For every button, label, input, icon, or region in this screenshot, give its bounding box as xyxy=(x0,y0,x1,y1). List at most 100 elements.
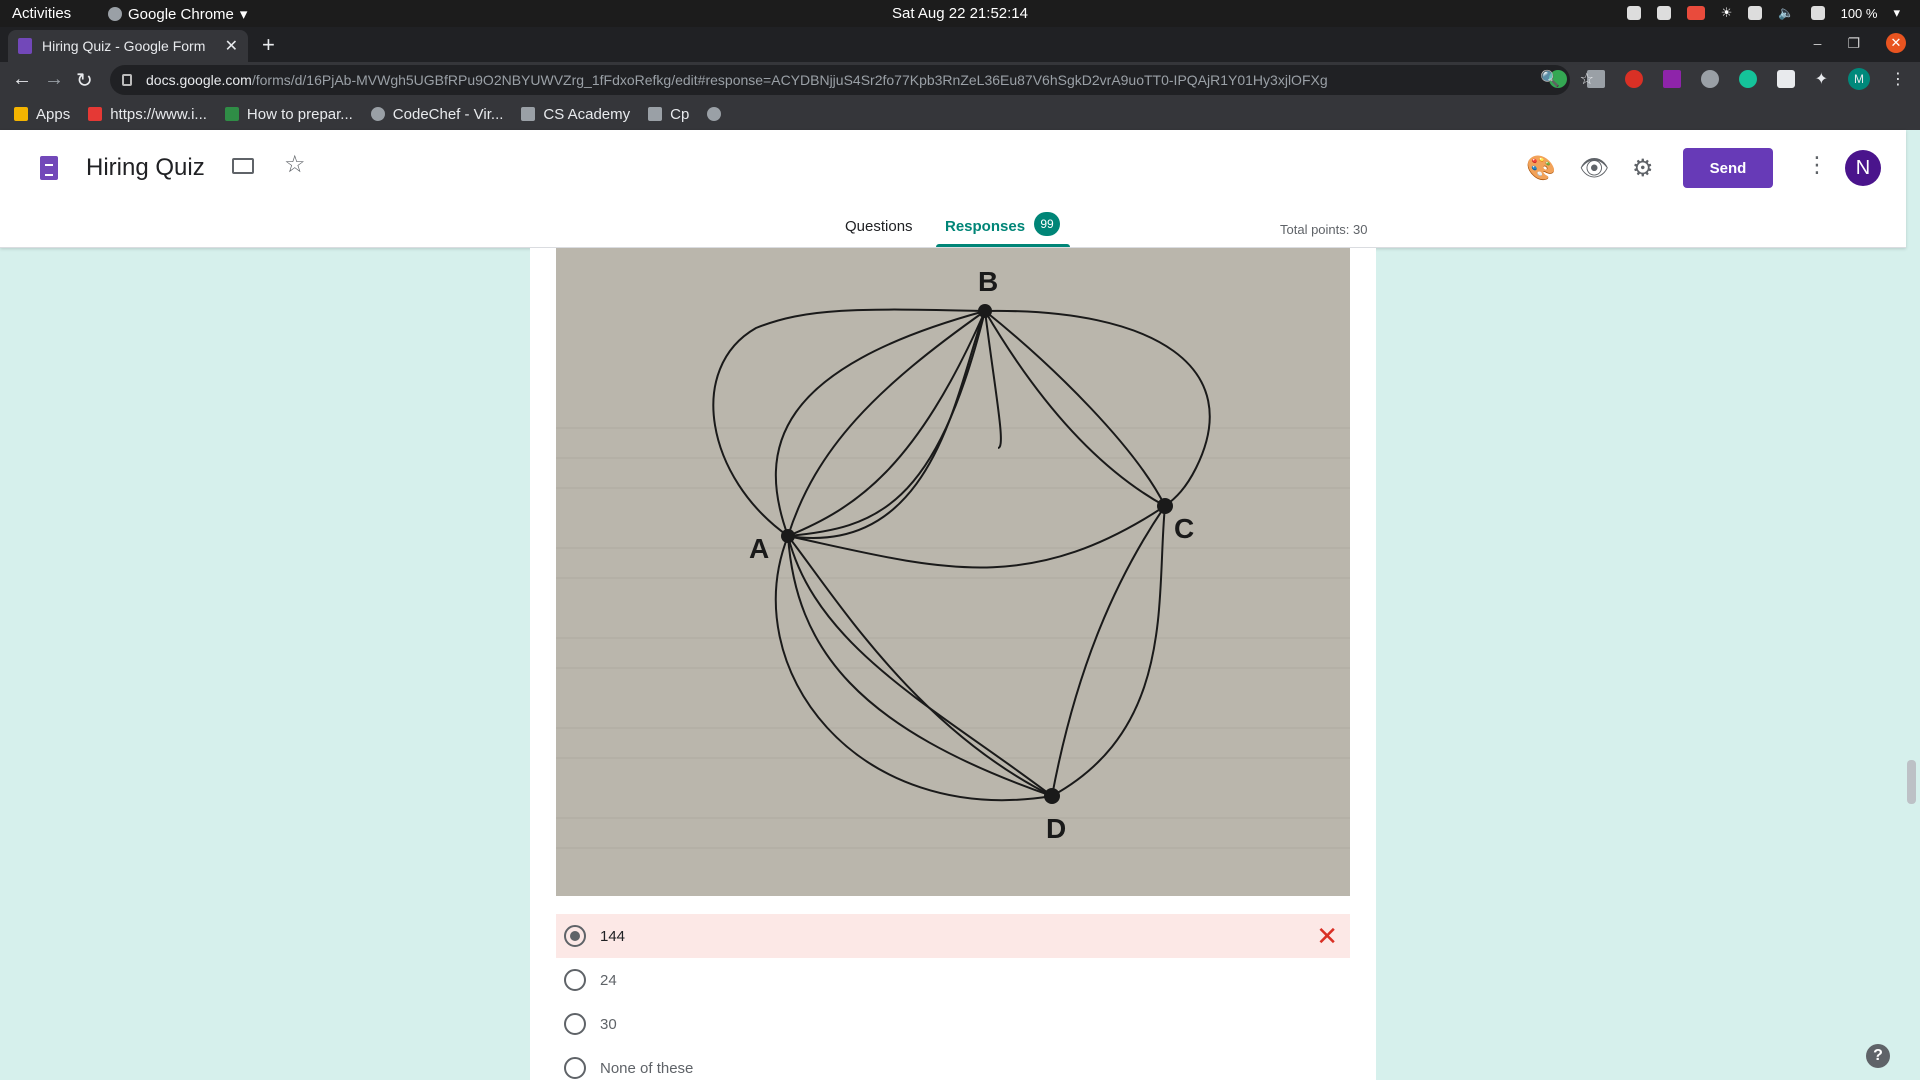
url-path: /forms/d/16PjAb-MVWgh5UGBfRPu9O2NBYUWVZr… xyxy=(251,72,1328,88)
bookmarks-bar: Apps https://www.i... How to prepar... C… xyxy=(0,98,1920,130)
brightness-icon: ☀ xyxy=(1720,5,1733,20)
forms-favicon-icon xyxy=(18,38,32,54)
active-tab-indicator xyxy=(936,244,1070,247)
bookmark-codechef[interactable]: CodeChef - Vir... xyxy=(370,105,504,123)
battery-icon xyxy=(1810,6,1825,20)
system-top-bar: Activities Google Chrome ▾ Sat Aug 22 21… xyxy=(0,0,1920,27)
help-icon[interactable]: ? xyxy=(1866,1044,1890,1068)
radio-selected-icon[interactable] xyxy=(564,925,586,947)
answer-option[interactable]: 24 xyxy=(556,958,1350,1002)
apps-grid-icon xyxy=(14,107,28,121)
restore-icon[interactable]: ❐ xyxy=(1847,35,1860,52)
google-forms-icon[interactable] xyxy=(40,156,58,180)
bookmark-label: How to prepar... xyxy=(246,105,353,123)
settings-gear-icon[interactable]: ⚙ xyxy=(1632,154,1654,183)
answer-option[interactable]: 30 xyxy=(556,1002,1350,1046)
globe-icon xyxy=(707,107,722,121)
more-vert-icon[interactable]: ⋮ xyxy=(1806,152,1828,178)
back-icon[interactable]: ← xyxy=(12,68,32,91)
answer-option[interactable]: 144 ✕ xyxy=(556,914,1350,958)
radio-icon[interactable] xyxy=(564,1013,586,1035)
tab-title: Hiring Quiz - Google Form xyxy=(42,38,206,54)
activities-button[interactable]: Activities xyxy=(12,5,71,22)
reload-icon[interactable]: ↻ xyxy=(76,68,93,93)
question-graph-image: B A C D xyxy=(556,248,1350,896)
graph-node-label-d: D xyxy=(1046,813,1066,844)
answer-option[interactable]: None of these xyxy=(556,1046,1350,1080)
directed-graph-diagram: B A C D xyxy=(556,248,1350,896)
extension-record-icon[interactable] xyxy=(1624,70,1643,88)
form-title[interactable]: Hiring Quiz xyxy=(86,154,205,182)
new-tab-icon[interactable]: + xyxy=(262,32,275,58)
discord-icon[interactable] xyxy=(1626,6,1641,20)
forms-header: Hiring Quiz ☆ 🎨 👁 ⚙ Send ⋮ N Questions R… xyxy=(0,130,1906,248)
close-tab-icon[interactable]: ✕ xyxy=(225,36,238,56)
radio-icon[interactable] xyxy=(564,969,586,991)
app-menu-label: Google Chrome xyxy=(128,5,234,23)
radio-icon[interactable] xyxy=(564,1057,586,1079)
url-host: docs.google.com xyxy=(146,72,252,88)
zoom-icon[interactable]: 🔍 xyxy=(1540,69,1560,89)
bookmark-site-icon xyxy=(88,107,103,121)
palette-icon[interactable]: 🎨 xyxy=(1526,154,1556,183)
battery-label: 100 % xyxy=(1840,5,1878,21)
account-avatar[interactable]: N xyxy=(1845,150,1881,186)
tab-strip: Hiring Quiz - Google Form ✕ + – ❐ ✕ xyxy=(0,27,1920,62)
system-tray[interactable]: ☀ 🔈 100 % ▾ xyxy=(1626,5,1900,21)
clock[interactable]: Sat Aug 22 21:52:14 xyxy=(892,5,1028,22)
page-scrollbar[interactable] xyxy=(1907,760,1916,804)
chevron-down-icon: ▾ xyxy=(239,6,248,23)
move-to-folder-icon[interactable] xyxy=(232,158,254,174)
responses-count-badge: 99 xyxy=(1034,212,1060,236)
address-bar[interactable]: docs.google.com/forms/d/16PjAb-MVWgh5UGB… xyxy=(110,65,1570,95)
minimize-icon[interactable]: – xyxy=(1814,35,1822,51)
bookmark-cs-academy[interactable]: CS Academy xyxy=(521,106,630,123)
chevron-down-icon[interactable]: ▾ xyxy=(1893,5,1900,21)
browser-toolbar: ← → ↻ docs.google.com/forms/d/16PjAb-MVW… xyxy=(0,62,1920,98)
browser-tab[interactable]: Hiring Quiz - Google Form ✕ xyxy=(8,30,248,62)
bookmark-label: Cp xyxy=(670,105,690,123)
bookmark-gfg[interactable]: How to prepar... xyxy=(224,105,353,123)
folder-icon xyxy=(648,107,663,121)
option-label: 30 xyxy=(600,1015,617,1033)
bookmark-label: CodeChef - Vir... xyxy=(392,105,504,123)
option-label: None of these xyxy=(600,1059,694,1077)
app-menu[interactable]: Google Chrome ▾ xyxy=(108,5,247,23)
bookmark-apps[interactable]: Apps xyxy=(14,106,70,123)
option-label: 144 xyxy=(600,927,626,945)
dropbox-icon[interactable] xyxy=(1656,6,1671,20)
question-card: B A C D 144 ✕ 24 30 None of these xyxy=(530,248,1376,1080)
preview-eye-icon[interactable]: 👁 xyxy=(1579,154,1609,183)
graph-node-label-b: B xyxy=(978,266,998,297)
extension-check-icon[interactable] xyxy=(1700,70,1719,88)
graph-node-label-c: C xyxy=(1174,513,1194,544)
chrome-icon xyxy=(108,7,122,21)
bookmark-label: CS Academy xyxy=(543,105,631,123)
bookmark-star-icon[interactable]: ☆ xyxy=(1580,69,1594,89)
notification-icon[interactable] xyxy=(1686,6,1705,20)
star-icon[interactable]: ☆ xyxy=(284,150,306,179)
bookmark-label: Apps xyxy=(36,105,71,123)
cs-academy-icon xyxy=(521,107,536,121)
tab-responses[interactable]: Responses xyxy=(945,218,1025,235)
gfg-icon xyxy=(224,107,239,121)
bookmark-folder-cp[interactable]: Cp xyxy=(648,106,689,123)
extensions-puzzle-icon[interactable]: ✦ xyxy=(1815,69,1828,89)
grammarly-icon[interactable] xyxy=(1738,70,1757,88)
tab-questions[interactable]: Questions xyxy=(845,218,913,235)
send-button[interactable]: Send xyxy=(1683,148,1773,188)
graph-node-label-a: A xyxy=(749,533,769,564)
bookmark-label: https://www.i... xyxy=(110,105,207,123)
option-label: 24 xyxy=(600,971,617,989)
forward-icon[interactable]: → xyxy=(44,68,64,91)
bookmark-site[interactable]: https://www.i... xyxy=(88,106,207,123)
window-controls: – ❐ ✕ xyxy=(1814,33,1906,53)
bookmark-globe[interactable] xyxy=(707,107,722,121)
extension-box-icon[interactable] xyxy=(1776,70,1795,88)
close-window-icon[interactable]: ✕ xyxy=(1886,33,1906,53)
lock-icon[interactable] xyxy=(122,74,132,86)
volume-icon: 🔈 xyxy=(1778,5,1795,20)
chrome-menu-icon[interactable]: ⋮ xyxy=(1890,69,1906,89)
profile-avatar[interactable]: M xyxy=(1848,68,1870,90)
extension-font-icon[interactable] xyxy=(1662,70,1681,88)
